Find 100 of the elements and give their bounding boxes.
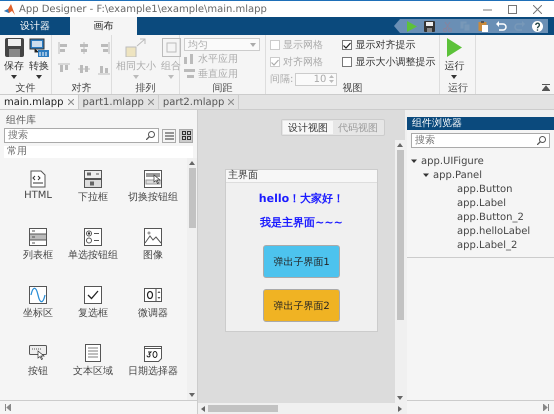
play-icon	[446, 38, 462, 57]
maximize-icon	[508, 4, 517, 14]
component-item[interactable]: 切换按钮组	[122, 170, 184, 204]
component-item[interactable]: 复选框	[64, 286, 122, 320]
vertical-spacing-icon	[184, 69, 195, 79]
expand-toggle[interactable]	[423, 172, 429, 178]
horizontal-scrollbar[interactable]	[198, 403, 405, 414]
code-file-icon	[30, 170, 46, 188]
ribbon-tab[interactable]: 设计器	[0, 17, 70, 35]
caret-icon	[168, 75, 174, 79]
component-item[interactable]: 单选按钮组	[64, 228, 122, 262]
expand-toggle[interactable]	[411, 158, 417, 164]
scrollbar[interactable]	[395, 140, 405, 403]
grid-icon	[182, 131, 190, 140]
save-button[interactable]: 保存	[4, 38, 24, 79]
align-center-icon	[78, 42, 90, 54]
component-item[interactable]: 列表框	[12, 228, 64, 262]
toolbar-button[interactable]	[478, 20, 489, 32]
resize-icon	[125, 38, 147, 57]
scissors-icon	[442, 20, 453, 32]
document-tab[interactable]: part2.mlapp	[158, 95, 240, 109]
figure-label: hello！大家好！	[258, 191, 344, 206]
checkbox-icon	[84, 286, 102, 304]
component-item[interactable]: 日期选择器	[122, 344, 184, 378]
help-icon	[532, 20, 543, 32]
scroll-left-icon	[201, 406, 205, 412]
align-top-icon	[58, 63, 70, 75]
list-view-button[interactable]	[162, 128, 176, 142]
component-item[interactable]: HTML	[12, 170, 64, 201]
tree-item[interactable]: app.Panel	[433, 170, 482, 180]
calendar-icon	[144, 344, 162, 362]
search-field[interactable]: 搜索	[4, 128, 159, 143]
spin-arrows-icon	[329, 74, 334, 84]
figure-button[interactable]: 弹出子界面1	[263, 245, 340, 278]
search-field[interactable]: 搜索	[411, 133, 550, 148]
component-item[interactable]: 按钮	[12, 344, 64, 378]
tree-item[interactable]: app.helloLabel	[457, 226, 530, 236]
tree-item[interactable]: app.Button	[457, 184, 512, 194]
group-label: 视图	[342, 82, 364, 94]
caret-icon	[133, 75, 139, 79]
close-icon	[533, 4, 542, 14]
scrollbar[interactable]	[187, 158, 197, 400]
search-icon	[537, 136, 546, 145]
document-tab[interactable]: main.mlapp	[0, 95, 79, 109]
button-icon	[29, 344, 47, 362]
component-item[interactable]: 图像	[122, 228, 184, 262]
align-bottom-icon	[98, 63, 110, 75]
figure-button[interactable]: 弹出子界面2	[263, 289, 340, 322]
component-item[interactable]: 微调器	[122, 286, 184, 320]
tree-item[interactable]: app.Label	[457, 198, 506, 208]
scroll-down-icon	[397, 396, 403, 400]
save-icon	[424, 20, 435, 32]
list-box-icon	[29, 228, 47, 246]
caret-icon	[250, 42, 256, 46]
horizontal-spacing-icon	[184, 54, 195, 64]
scroll-down-icon	[189, 393, 195, 397]
redo-icon	[514, 20, 525, 32]
toolbar-button[interactable]	[424, 20, 435, 32]
run-button[interactable]: 运行	[444, 38, 464, 79]
dropdown-icon	[84, 170, 102, 188]
undo-icon	[496, 20, 507, 32]
ribbon-tab[interactable]: 画布	[70, 17, 137, 35]
component-item[interactable]: 坐标区	[12, 286, 64, 320]
caret-down-icon	[411, 158, 417, 164]
scroll-up-icon	[189, 161, 195, 165]
run-icon	[406, 20, 417, 32]
component-item[interactable]: 下拉框	[64, 170, 122, 204]
caret-down-icon	[423, 172, 429, 178]
copy-icon	[460, 20, 471, 32]
expand-right-icon	[543, 404, 549, 411]
sine-wave-icon	[29, 286, 47, 304]
check-icon	[343, 42, 352, 48]
figure-label: 我是主界面~~~	[260, 215, 343, 230]
grid-view-button[interactable]	[179, 128, 193, 142]
checkbox[interactable]: 显示大小调整提示	[342, 55, 436, 69]
scroll-right-icon	[398, 406, 402, 412]
view-toggle-button[interactable]: 设计视图	[283, 121, 333, 134]
group-label: 对齐	[70, 82, 92, 94]
scroll-up-icon	[397, 143, 403, 147]
group-label: 间距	[212, 82, 234, 94]
monitor-icon	[29, 38, 49, 57]
collapse-ribbon-icon	[542, 84, 550, 91]
component-item[interactable]: 文本区域	[64, 344, 122, 378]
nested-squares-icon	[162, 38, 180, 57]
align-left-icon	[58, 42, 70, 54]
align-right-icon	[98, 42, 110, 54]
panel-title: 组件库	[5, 114, 37, 125]
toolbar-button[interactable]	[532, 20, 543, 32]
section-header: 常用	[4, 146, 193, 158]
caret-icon	[36, 75, 42, 79]
convert-button[interactable]: 转换	[29, 38, 49, 79]
check-icon	[271, 58, 279, 66]
close-icon	[68, 99, 74, 105]
tree-item[interactable]: app.UIFigure	[421, 156, 484, 166]
caret-icon	[451, 75, 458, 79]
checkbox[interactable]: 显示对齐提示	[342, 38, 436, 52]
group-label: 文件	[14, 82, 36, 94]
tree-item[interactable]: app.Label_2	[457, 240, 518, 250]
document-tab[interactable]: part1.mlapp	[78, 95, 159, 109]
tree-item[interactable]: app.Button_2	[457, 212, 524, 222]
